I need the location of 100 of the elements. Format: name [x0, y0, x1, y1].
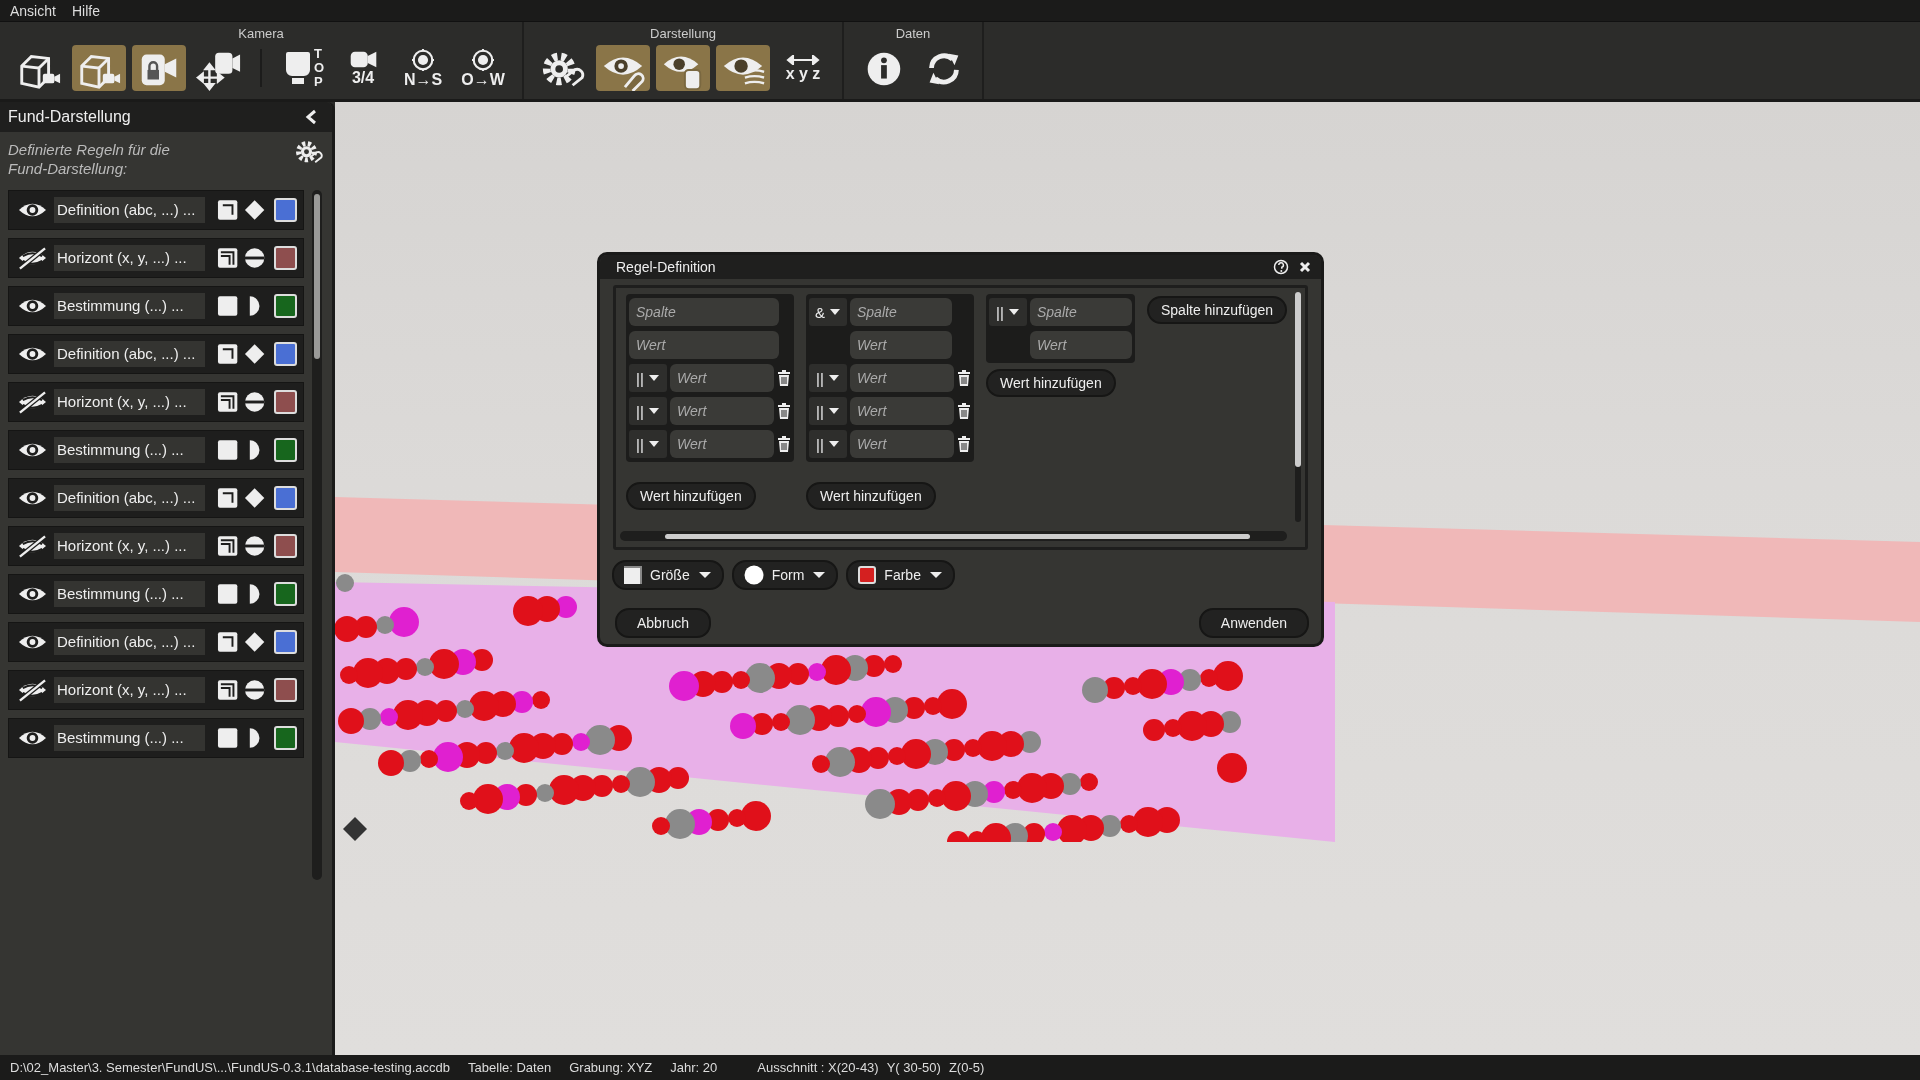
color-swatch[interactable]	[273, 342, 297, 366]
value-input-field[interactable]: Wert	[670, 397, 774, 425]
value-input-field[interactable]: Wert	[850, 364, 954, 392]
toolbar-button[interactable]	[132, 45, 186, 91]
caret-icon	[697, 571, 712, 579]
toolbar-button[interactable]: TOP	[276, 45, 330, 91]
rule-row[interactable]: Bestimmung (...) ...	[8, 286, 304, 326]
value-input-field[interactable]: Wert	[670, 364, 774, 392]
rule-label: Horizont (x, y, ...) ...	[53, 533, 206, 559]
rule-row[interactable]: Bestimmung (...) ...	[8, 430, 304, 470]
eye-crossed-icon[interactable]	[17, 533, 48, 559]
menu-item[interactable]: Ansicht	[10, 2, 56, 19]
toolbar-button[interactable]: N→S	[396, 45, 450, 91]
rule-label: Horizont (x, y, ...) ...	[53, 389, 206, 415]
cancel-button[interactable]: Abbruch	[615, 608, 712, 638]
operator-dropdown[interactable]: ||	[629, 397, 667, 425]
operator-dropdown[interactable]: ||	[989, 298, 1027, 326]
rule-row[interactable]: Definition (abc, ...) ...	[8, 334, 304, 374]
value-input-field[interactable]: Wert	[1030, 331, 1132, 359]
toolbar-button[interactable]	[596, 45, 650, 91]
size-frame-icon	[624, 566, 642, 584]
toolbar-button[interactable]	[656, 45, 710, 91]
trash-icon[interactable]	[777, 370, 791, 386]
color-swatch[interactable]	[273, 726, 297, 750]
scrollbar[interactable]	[312, 190, 322, 880]
close-icon[interactable]	[1299, 261, 1311, 273]
column-input-field[interactable]: Spalte	[629, 298, 779, 326]
picker-dropdown[interactable]: Größe	[612, 560, 724, 590]
rule-row[interactable]: Definition (abc, ...) ...	[8, 478, 304, 518]
trash-icon[interactable]	[777, 403, 791, 419]
find-marker	[884, 655, 902, 673]
caret-icon	[829, 308, 841, 316]
find-marker	[947, 831, 969, 842]
value-input-field[interactable]: Wert	[670, 430, 774, 458]
rule-row[interactable]: Definition (abc, ...) ...	[8, 622, 304, 662]
find-marker	[532, 691, 550, 709]
trash-icon[interactable]	[957, 403, 971, 419]
collapse-chevron-icon[interactable]	[304, 109, 318, 125]
trash-icon[interactable]	[777, 436, 791, 452]
status-field: Grabung: XYZ	[569, 1060, 653, 1075]
rule-row[interactable]: Horizont (x, y, ...) ...	[8, 382, 304, 422]
color-swatch[interactable]	[273, 246, 297, 270]
add-value-button[interactable]: Wert hinzufügen	[626, 482, 756, 510]
rule-row[interactable]: Horizont (x, y, ...) ...	[8, 238, 304, 278]
color-swatch[interactable]	[273, 630, 297, 654]
color-swatch[interactable]	[273, 294, 297, 318]
extent-value: Ausschnitt : X(20-43)	[757, 1060, 879, 1075]
trash-icon[interactable]	[957, 436, 971, 452]
toolbar-button[interactable]: x y z	[776, 45, 830, 91]
status-field: Jahr: 20	[670, 1060, 718, 1075]
toolbar-button[interactable]: O→W	[456, 45, 510, 91]
value-input-field[interactable]: Wert	[629, 331, 779, 359]
rule-row[interactable]: Bestimmung (...) ...	[8, 574, 304, 614]
vertical-scrollbar[interactable]	[1295, 292, 1301, 522]
find-marker	[338, 708, 364, 734]
color-swatch[interactable]	[273, 198, 297, 222]
add-value-button[interactable]: Wert hinzufügen	[986, 369, 1116, 397]
picker-dropdown[interactable]: Farbe	[846, 560, 955, 590]
eye-crossed-icon[interactable]	[17, 389, 48, 415]
operator-dropdown[interactable]: &	[809, 298, 847, 326]
value-input-field[interactable]: Wert	[850, 430, 954, 458]
rule-row[interactable]: Horizont (x, y, ...) ...	[8, 526, 304, 566]
panel-title: Fund-Darstellung	[8, 108, 131, 126]
operator-dropdown[interactable]: ||	[629, 364, 667, 392]
gear-pointer-icon[interactable]	[294, 140, 324, 166]
operator-dropdown[interactable]: ||	[809, 397, 847, 425]
add-value-button[interactable]: Wert hinzufügen	[806, 482, 936, 510]
value-input-field[interactable]: Wert	[850, 331, 952, 359]
toolbar-button[interactable]	[716, 45, 770, 91]
add-column-button[interactable]: Spalte hinzufügen	[1147, 296, 1288, 324]
column-input-field[interactable]: Spalte	[850, 298, 952, 326]
caret-icon	[647, 374, 660, 382]
operator-dropdown[interactable]: ||	[809, 364, 847, 392]
rule-row[interactable]: Bestimmung (...) ...	[8, 718, 304, 758]
operator-dropdown[interactable]: ||	[809, 430, 847, 458]
file-path: D:\02_Master\3. Semester\FundUS\...\FundUS-0.3.1\database-testing.accdb	[10, 1060, 451, 1075]
rule-row[interactable]: Definition (abc, ...) ...	[8, 190, 304, 230]
color-swatch[interactable]	[273, 438, 297, 462]
column-input-field[interactable]: Spalte	[1030, 298, 1132, 326]
value-input-field[interactable]: Wert	[850, 397, 954, 425]
find-marker	[730, 713, 756, 739]
picker-dropdown[interactable]: Form	[731, 560, 839, 590]
color-swatch[interactable]	[273, 582, 297, 606]
horizontal-scrollbar[interactable]	[620, 531, 1287, 541]
trash-icon[interactable]	[957, 370, 971, 386]
axes-arrow-icon	[786, 54, 820, 65]
eye-crossed-icon[interactable]	[17, 245, 48, 271]
rule-label: Bestimmung (...) ...	[53, 725, 206, 751]
help-icon[interactable]	[1273, 259, 1289, 275]
caret-icon	[1007, 308, 1020, 316]
operator-dropdown[interactable]: ||	[629, 430, 667, 458]
menu-item[interactable]: Hilfe	[71, 2, 100, 19]
eye-crossed-icon[interactable]	[17, 677, 48, 703]
color-swatch[interactable]	[273, 534, 297, 558]
color-swatch[interactable]	[273, 486, 297, 510]
toolbar-button[interactable]: 3/4	[336, 45, 390, 91]
rule-row[interactable]: Horizont (x, y, ...) ...	[8, 670, 304, 710]
apply-button[interactable]: Anwenden	[1198, 608, 1309, 638]
color-swatch[interactable]	[273, 678, 297, 702]
color-swatch[interactable]	[273, 390, 297, 414]
